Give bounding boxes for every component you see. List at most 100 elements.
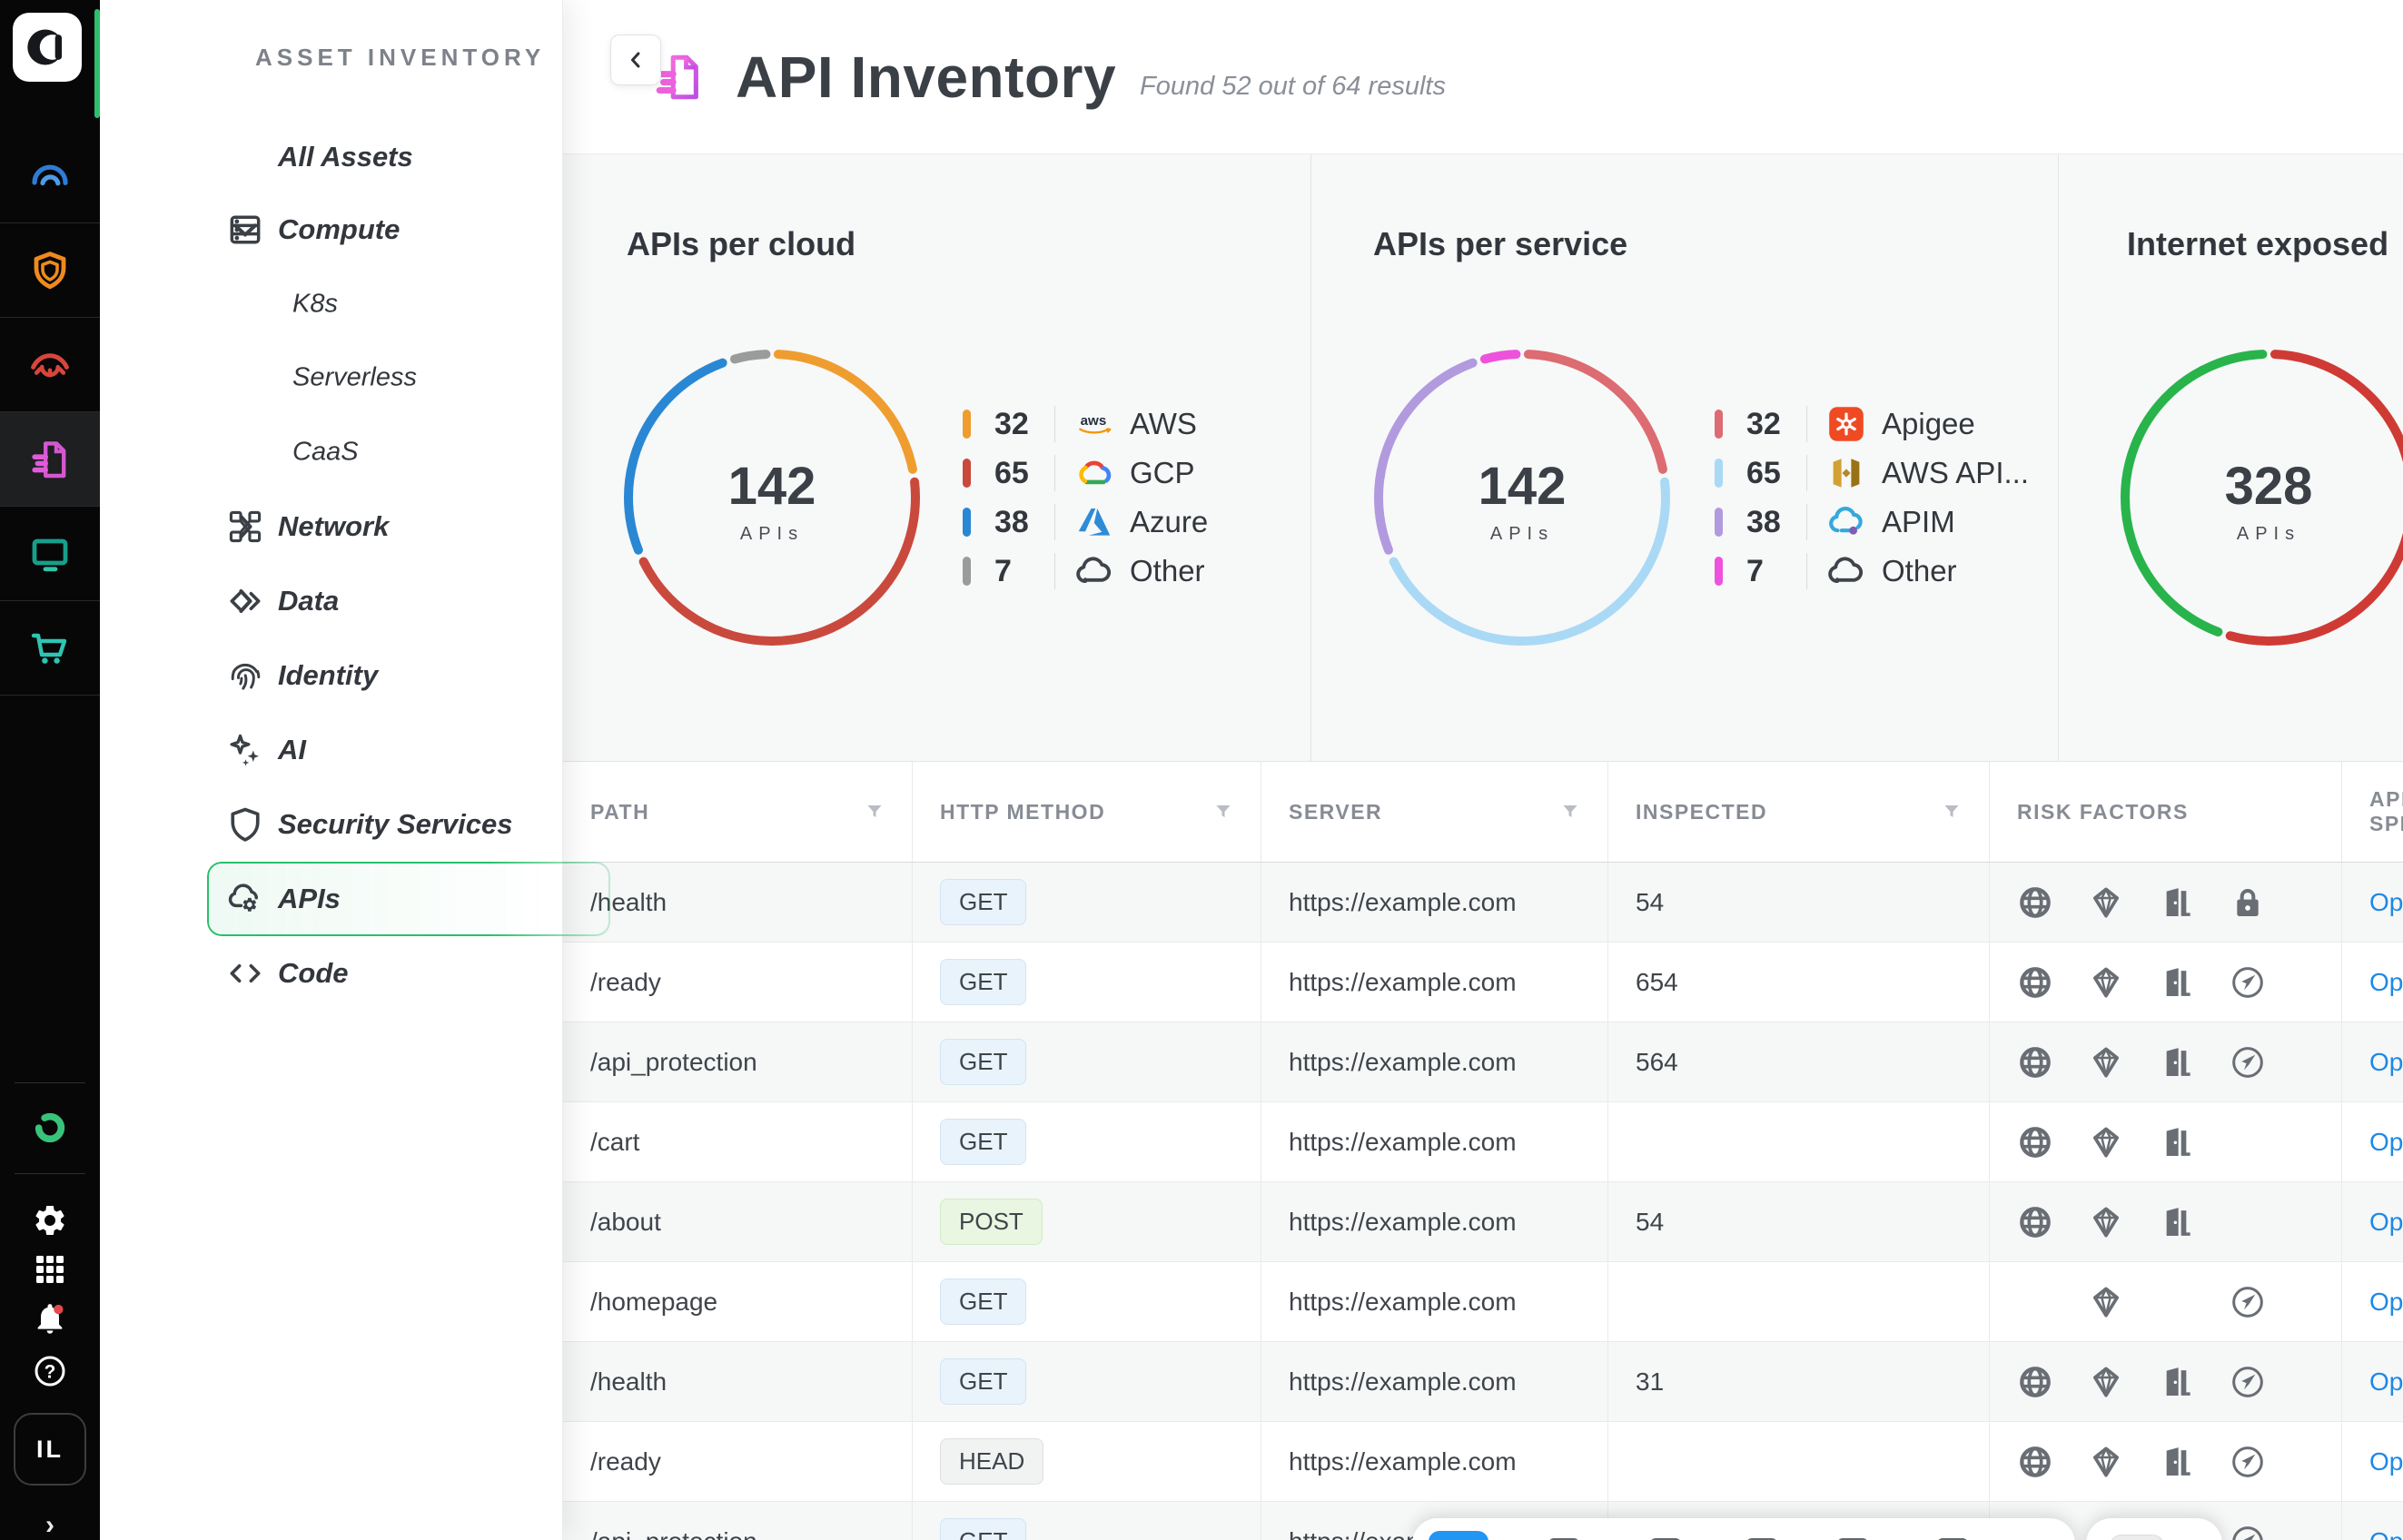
sidebar-item-ai[interactable]: AI — [100, 713, 563, 787]
rail-module-shield-orange[interactable] — [0, 223, 100, 318]
risk-internet-icon[interactable] — [2017, 1364, 2053, 1400]
risk-slot — [2230, 1524, 2300, 1540]
column-header-api-spec[interactable]: API SPEC — [2342, 762, 2403, 862]
risk-owasp-icon[interactable] — [2230, 1444, 2266, 1480]
openapi-link[interactable]: OpenAPI — [2369, 888, 2403, 917]
column-header-path[interactable]: PATH — [563, 762, 913, 862]
table-row[interactable]: /aboutPOSThttps://example.com54OpenAPI — [563, 1182, 2403, 1262]
legend-item-other[interactable]: 7Other — [1715, 547, 2029, 596]
sidebar-item-k8s[interactable]: K8s — [100, 267, 563, 341]
legend-item-azure[interactable]: 38Azure — [963, 498, 1208, 547]
column-header-http-method[interactable]: HTTP METHOD — [913, 762, 1261, 862]
sidebar-item-serverless[interactable]: Serverless — [100, 341, 563, 415]
table-row[interactable]: /cartGEThttps://example.comOpenAPI — [563, 1102, 2403, 1182]
filter-funnel-icon[interactable] — [1940, 800, 1963, 824]
risk-internet-icon[interactable] — [2017, 1444, 2053, 1480]
table-row[interactable]: /homepageGEThttps://example.comOpenAPI — [563, 1262, 2403, 1342]
risk-internet-icon[interactable] — [2017, 1204, 2053, 1240]
rail-expand-button[interactable]: › — [0, 1511, 100, 1540]
risk-internet-icon[interactable] — [2017, 884, 2053, 921]
risk-gem-icon[interactable] — [2088, 1284, 2124, 1320]
openapi-link[interactable]: OpenAPI — [2369, 1527, 2403, 1540]
risk-gem-icon[interactable] — [2088, 1204, 2124, 1240]
risk-door-icon[interactable] — [2159, 1364, 2195, 1400]
risk-door-icon[interactable] — [2159, 884, 2195, 921]
openapi-link[interactable]: OpenAPI — [2369, 968, 2403, 997]
sidebar-item-apis[interactable]: APIs — [100, 862, 563, 936]
openapi-link[interactable]: OpenAPI — [2369, 1128, 2403, 1157]
sidebar-item-data[interactable]: Data — [100, 564, 563, 638]
sidebar-item-code[interactable]: Code — [100, 936, 563, 1011]
table-row[interactable]: /api_protectionGEThttps://example.com564… — [563, 1022, 2403, 1102]
http-method-badge: GET — [940, 879, 1026, 925]
sidebar-item-security-services[interactable]: Security Services — [100, 787, 563, 862]
table-row[interactable]: /readyHEADhttps://example.comOpenAPI — [563, 1422, 2403, 1502]
legend-item-gcp[interactable]: 65GCP — [963, 449, 1208, 498]
risk-gem-icon[interactable] — [2088, 884, 2124, 921]
risk-gem-icon[interactable] — [2088, 1044, 2124, 1081]
toolbar-toggle[interactable] — [2110, 1535, 2164, 1540]
risk-gem-icon[interactable] — [2088, 1444, 2124, 1480]
sidebar-collapse-button[interactable] — [610, 35, 661, 85]
legend-item-aws[interactable]: 32awsAWS — [963, 400, 1208, 449]
column-header-server[interactable]: SERVER — [1261, 762, 1608, 862]
filter-funnel-icon[interactable] — [863, 800, 886, 824]
legend-item-aws-api-[interactable]: 65AWS API... — [1715, 449, 2029, 498]
rail-module-eye[interactable] — [0, 318, 100, 412]
risk-door-icon[interactable] — [2159, 1044, 2195, 1081]
notifications-button[interactable] — [0, 1295, 100, 1342]
apim-icon — [1825, 501, 1867, 543]
risk-owasp-icon[interactable] — [2230, 1284, 2266, 1320]
risk-owasp-icon[interactable] — [2230, 1364, 2266, 1400]
rail-module-cart[interactable] — [0, 601, 100, 696]
risk-owasp-icon[interactable] — [2230, 1044, 2266, 1081]
risk-gem-icon[interactable] — [2088, 1124, 2124, 1160]
sidebar-item-network[interactable]: Network — [100, 489, 563, 564]
help-button[interactable]: ? — [0, 1348, 100, 1395]
filter-funnel-icon[interactable] — [1558, 800, 1582, 824]
risk-internet-icon[interactable] — [2017, 964, 2053, 1001]
sidebar-item-caas[interactable]: CaaS — [100, 415, 563, 489]
settings-button[interactable] — [0, 1197, 100, 1244]
risk-lock-icon[interactable] — [2230, 884, 2266, 921]
legend-item-apigee[interactable]: 32Apigee — [1715, 400, 2029, 449]
openapi-link[interactable]: OpenAPI — [2369, 1447, 2403, 1476]
legend-item-apim[interactable]: 38APIM — [1715, 498, 2029, 547]
risk-internet-icon[interactable] — [2017, 1124, 2053, 1160]
apps-button[interactable] — [0, 1246, 100, 1293]
risk-owasp-icon[interactable] — [2230, 964, 2266, 1001]
risk-door-icon[interactable] — [2159, 964, 2195, 1001]
rail-module-api-doc[interactable] — [0, 412, 100, 507]
risk-door-icon[interactable] — [2159, 1204, 2195, 1240]
table-row[interactable]: /healthGEThttps://example.com54OpenAPI — [563, 863, 2403, 943]
rail-module-monitor[interactable] — [0, 507, 100, 601]
table-row[interactable]: /healthGEThttps://example.com31OpenAPI — [563, 1342, 2403, 1422]
cell-server: https://example.com — [1261, 943, 1608, 1022]
sidebar-item-all-assets[interactable]: All Assets — [100, 120, 563, 194]
toolbar-primary-button[interactable] — [1429, 1531, 1488, 1540]
table-row[interactable]: /readyGEThttps://example.com654OpenAPI — [563, 943, 2403, 1022]
risk-gem-icon[interactable] — [2088, 964, 2124, 1001]
risk-gem-icon[interactable] — [2088, 1364, 2124, 1400]
legend-color-marker — [963, 557, 971, 586]
column-header-inspected[interactable]: INSPECTED — [1608, 762, 1990, 862]
chart-legend: 32Apigee65AWS API...38APIM7Other — [1715, 400, 2029, 596]
openapi-link[interactable]: OpenAPI — [2369, 1048, 2403, 1077]
openapi-link[interactable]: OpenAPI — [2369, 1288, 2403, 1317]
openapi-link[interactable]: OpenAPI — [2369, 1208, 2403, 1237]
sidebar-item-compute[interactable]: Compute — [100, 192, 563, 267]
risk-door-icon[interactable] — [2159, 1444, 2195, 1480]
legend-item-other[interactable]: 7Other — [963, 547, 1208, 596]
risk-owasp-icon[interactable] — [2230, 1524, 2266, 1540]
column-header-risk-factors[interactable]: RISK FACTORS — [1990, 762, 2342, 862]
rail-module-arc[interactable] — [0, 129, 100, 223]
orca-ring-button[interactable] — [0, 1104, 100, 1151]
profile-button[interactable]: IL — [14, 1413, 86, 1486]
risk-internet-icon[interactable] — [2017, 1044, 2053, 1081]
filter-funnel-icon[interactable] — [1211, 800, 1235, 824]
sidebar-item-identity[interactable]: Identity — [100, 638, 563, 713]
openapi-link[interactable]: OpenAPI — [2369, 1367, 2403, 1397]
orca-logo-button[interactable] — [13, 13, 82, 82]
risk-door-icon[interactable] — [2159, 1124, 2195, 1160]
donut-center: 142APIs — [1413, 456, 1631, 545]
